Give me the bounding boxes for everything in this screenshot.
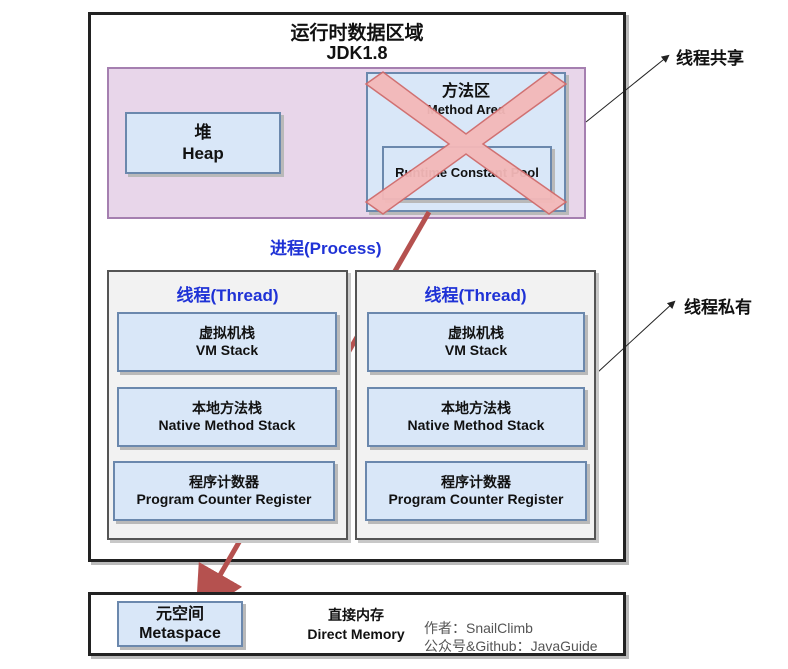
thread-2-pc-register: 程序计数器 Program Counter Register [365, 461, 587, 521]
pc-register-en: Program Counter Register [388, 491, 564, 507]
thread-shared-note: 线程共享 [676, 49, 744, 68]
native-stack-en: Native Method Stack [158, 417, 296, 433]
pc-register-en: Program Counter Register [136, 491, 312, 507]
vm-stack-cn: 虚拟机栈 [199, 324, 255, 341]
thread-private-note: 线程私有 [684, 298, 752, 317]
process-label: 进程(Process) [270, 239, 382, 258]
thread-1-pc-register: 程序计数器 Program Counter Register [113, 461, 335, 521]
private-pointer-line [597, 300, 676, 373]
vm-stack-en: VM Stack [195, 342, 259, 358]
native-stack-cn: 本地方法栈 [192, 399, 262, 416]
thread-2-vm-stack: 虚拟机栈 VM Stack [367, 312, 585, 372]
account-line: 公众号&Github：JavaGuide [424, 638, 598, 655]
thread-2-native-stack: 本地方法栈 Native Method Stack [367, 387, 585, 447]
metaspace-box: 元空间 Metaspace [117, 601, 243, 647]
native-stack-en: Native Method Stack [407, 417, 545, 433]
author-line: 作者：SnailClimb [424, 620, 533, 636]
thread-2-label: 线程(Thread) [424, 286, 527, 305]
vm-stack-en: VM Stack [444, 342, 508, 358]
direct-memory-cn: 直接内存 [328, 607, 384, 623]
pc-register-cn: 程序计数器 [441, 473, 511, 490]
direct-memory-en: Direct Memory [307, 625, 405, 642]
metaspace-en: Metaspace [139, 625, 221, 642]
native-stack-cn: 本地方法栈 [441, 399, 511, 416]
thread-1-vm-stack: 虚拟机栈 VM Stack [117, 312, 337, 372]
cross-out-icon [364, 71, 568, 215]
metaspace-cn: 元空间 [155, 605, 204, 623]
thread-1-label: 线程(Thread) [176, 286, 279, 305]
thread-1-native-stack: 本地方法栈 Native Method Stack [117, 387, 337, 447]
vm-stack-cn: 虚拟机栈 [448, 324, 504, 341]
pc-register-cn: 程序计数器 [189, 473, 259, 490]
shared-pointer-line [585, 54, 670, 123]
author-credit: 作者：SnailClimb 公众号&Github：JavaGuide [424, 619, 598, 655]
direct-memory-label: 直接内存 Direct Memory [294, 606, 418, 644]
